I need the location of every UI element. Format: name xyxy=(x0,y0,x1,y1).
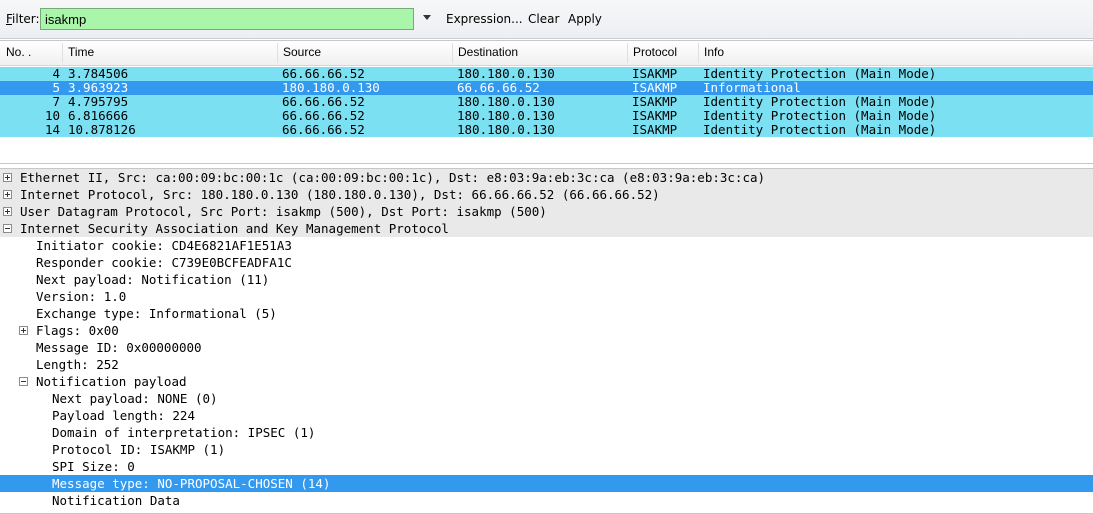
packet-time: 4.795795 xyxy=(68,94,129,109)
tree-item-udp[interactable]: User Datagram Protocol, Src Port: isakmp… xyxy=(0,203,1093,220)
packet-time: 3.784506 xyxy=(68,66,129,81)
packet-list-header: No. . Time Source Destination Protocol I… xyxy=(0,41,1093,66)
tree-item-label: Initiator cookie: CD4E6821AF1E51A3 xyxy=(36,238,292,253)
tree-item-isakmp[interactable]: Internet Security Association and Key Ma… xyxy=(0,220,1093,237)
tree-item-label: Message type: NO-PROPOSAL-CHOSEN (14) xyxy=(52,476,331,491)
packet-list: No. . Time Source Destination Protocol I… xyxy=(0,40,1093,164)
packet-source: 180.180.0.130 xyxy=(282,80,380,95)
tree-item-label: Next payload: Notification (11) xyxy=(36,272,270,287)
tree-item-notification-data[interactable]: Notification Data xyxy=(0,492,1093,509)
tree-item-label: Message ID: 0x00000000 xyxy=(36,340,202,355)
packet-no: 14 xyxy=(44,122,60,137)
packet-info: Informational xyxy=(703,80,801,95)
tree-item-label: Flags: 0x00 xyxy=(36,323,119,338)
tree-item-spi-size[interactable]: SPI Size: 0 xyxy=(0,458,1093,475)
packet-source: 66.66.66.52 xyxy=(282,108,365,123)
column-header-no[interactable]: No. . xyxy=(6,45,31,59)
tree-item-ip[interactable]: Internet Protocol, Src: 180.180.0.130 (1… xyxy=(0,186,1093,203)
tree-item-np-next-payload[interactable]: Next payload: NONE (0) xyxy=(0,390,1093,407)
column-header-destination[interactable]: Destination xyxy=(458,45,518,59)
packet-source: 66.66.66.52 xyxy=(282,94,365,109)
tree-item-length[interactable]: Length: 252 xyxy=(0,356,1093,373)
packet-row[interactable]: 7 4.795795 66.66.66.52 180.180.0.130 ISA… xyxy=(0,95,1093,109)
packet-destination: 66.66.66.52 xyxy=(457,80,540,95)
tree-item-label: User Datagram Protocol, Src Port: isakmp… xyxy=(20,204,547,219)
packet-row[interactable]: 10 6.816666 66.66.66.52 180.180.0.130 IS… xyxy=(0,109,1093,123)
tree-item-label: Version: 1.0 xyxy=(36,289,127,304)
tree-item-label: Internet Protocol, Src: 180.180.0.130 (1… xyxy=(20,187,660,202)
tree-item-label: Responder cookie: C739E0BCFEADFA1C xyxy=(36,255,292,270)
tree-item-label: SPI Size: 0 xyxy=(52,459,135,474)
tree-item-doi[interactable]: Domain of interpretation: IPSEC (1) xyxy=(0,424,1093,441)
tree-item-label: Length: 252 xyxy=(36,357,119,372)
filter-history-dropdown-icon[interactable] xyxy=(423,15,431,20)
tree-item-responder-cookie[interactable]: Responder cookie: C739E0BCFEADFA1C xyxy=(0,254,1093,271)
tree-item-protocol-id[interactable]: Protocol ID: ISAKMP (1) xyxy=(0,441,1093,458)
collapse-minus-icon[interactable] xyxy=(3,224,12,233)
packet-destination: 180.180.0.130 xyxy=(457,108,555,123)
tree-item-flags[interactable]: Flags: 0x00 xyxy=(0,322,1093,339)
tree-item-label: Notification payload xyxy=(36,374,187,389)
tree-item-version[interactable]: Version: 1.0 xyxy=(0,288,1093,305)
packet-row[interactable]: 14 10.878126 66.66.66.52 180.180.0.130 I… xyxy=(0,123,1093,137)
expression-button[interactable]: Expression... xyxy=(446,12,523,26)
tree-item-label: Payload length: 224 xyxy=(52,408,195,423)
packet-destination: 180.180.0.130 xyxy=(457,122,555,137)
packet-info: Identity Protection (Main Mode) xyxy=(703,108,937,123)
packet-destination: 180.180.0.130 xyxy=(457,94,555,109)
packet-details-tree: Ethernet II, Src: ca:00:09:bc:00:1c (ca:… xyxy=(0,168,1093,514)
packet-time: 3.963923 xyxy=(68,80,129,95)
tree-item-label: Protocol ID: ISAKMP (1) xyxy=(52,442,226,457)
tree-item-initiator-cookie[interactable]: Initiator cookie: CD4E6821AF1E51A3 xyxy=(0,237,1093,254)
column-header-info[interactable]: Info xyxy=(704,45,724,59)
clear-button[interactable]: Clear xyxy=(528,12,559,26)
expand-plus-icon[interactable] xyxy=(3,190,12,199)
packet-protocol: ISAKMP xyxy=(632,94,678,109)
expand-plus-icon[interactable] xyxy=(19,326,28,335)
tree-item-label: Next payload: NONE (0) xyxy=(52,391,218,406)
packet-destination: 180.180.0.130 xyxy=(457,66,555,81)
packet-no: 4 xyxy=(52,66,60,81)
filter-input[interactable] xyxy=(40,8,414,30)
packet-time: 10.878126 xyxy=(68,122,136,137)
packet-info: Identity Protection (Main Mode) xyxy=(703,94,937,109)
packet-info: Identity Protection (Main Mode) xyxy=(703,66,937,81)
packet-no: 5 xyxy=(52,80,60,95)
column-header-source[interactable]: Source xyxy=(283,45,321,59)
packet-source: 66.66.66.52 xyxy=(282,66,365,81)
expand-plus-icon[interactable] xyxy=(3,207,12,216)
packet-no: 7 xyxy=(52,94,60,109)
tree-item-label: Notification Data xyxy=(52,493,180,508)
expand-plus-icon[interactable] xyxy=(3,173,12,182)
tree-item-label: Internet Security Association and Key Ma… xyxy=(20,221,449,236)
packet-time: 6.816666 xyxy=(68,108,129,123)
packet-protocol: ISAKMP xyxy=(632,66,678,81)
tree-item-notification-payload[interactable]: Notification payload xyxy=(0,373,1093,390)
column-header-protocol[interactable]: Protocol xyxy=(633,45,677,59)
packet-protocol: ISAKMP xyxy=(632,80,678,95)
tree-item-label: Exchange type: Informational (5) xyxy=(36,306,277,321)
filter-toolbar: Filter: Expression... Clear Apply xyxy=(0,0,1093,39)
tree-item-next-payload[interactable]: Next payload: Notification (11) xyxy=(0,271,1093,288)
tree-item-message-type-selected[interactable]: Message type: NO-PROPOSAL-CHOSEN (14) xyxy=(0,475,1093,492)
tree-item-exchange-type[interactable]: Exchange type: Informational (5) xyxy=(0,305,1093,322)
tree-item-message-id[interactable]: Message ID: 0x00000000 xyxy=(0,339,1093,356)
packet-source: 66.66.66.52 xyxy=(282,122,365,137)
collapse-minus-icon[interactable] xyxy=(19,377,28,386)
tree-item-payload-length[interactable]: Payload length: 224 xyxy=(0,407,1093,424)
apply-button[interactable]: Apply xyxy=(568,12,602,26)
packet-protocol: ISAKMP xyxy=(632,122,678,137)
packet-no: 10 xyxy=(44,108,60,123)
packet-row[interactable]: 4 3.784506 66.66.66.52 180.180.0.130 ISA… xyxy=(0,67,1093,81)
packet-row-selected[interactable]: 5 3.963923 180.180.0.130 66.66.66.52 ISA… xyxy=(0,81,1093,95)
tree-item-label: Domain of interpretation: IPSEC (1) xyxy=(52,425,316,440)
tree-item-ethernet[interactable]: Ethernet II, Src: ca:00:09:bc:00:1c (ca:… xyxy=(0,169,1093,186)
column-header-time[interactable]: Time xyxy=(68,45,94,59)
packet-protocol: ISAKMP xyxy=(632,108,678,123)
packet-info: Identity Protection (Main Mode) xyxy=(703,122,937,137)
tree-item-label: Ethernet II, Src: ca:00:09:bc:00:1c (ca:… xyxy=(20,170,766,185)
filter-label: Filter: xyxy=(6,12,40,26)
